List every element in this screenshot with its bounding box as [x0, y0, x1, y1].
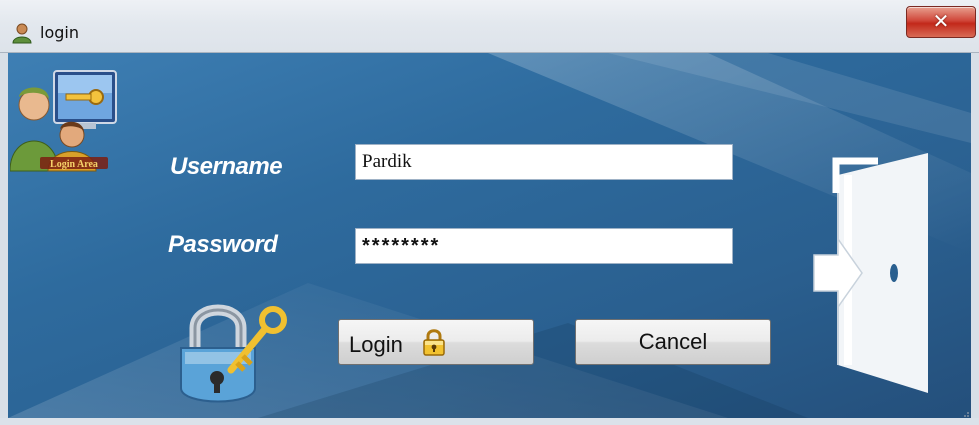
- window-title: login: [40, 23, 79, 42]
- close-icon: ✕: [932, 9, 950, 33]
- login-area-icon: Login Area: [10, 70, 117, 172]
- padlock-key-icon: [180, 304, 287, 403]
- title-bar[interactable]: login ✕: [0, 0, 979, 53]
- login-window: login ✕ Login Area Username Password Par…: [0, 0, 979, 425]
- login-button-label: Login: [349, 332, 403, 357]
- password-input[interactable]: [356, 229, 732, 263]
- cancel-button[interactable]: Cancel: [575, 319, 771, 365]
- login-panel: Login Area Username Password Login: [8, 53, 971, 418]
- username-label: Username: [170, 153, 283, 180]
- user-icon: [12, 23, 32, 44]
- window-border-bottom: [0, 418, 979, 425]
- resize-grip-icon[interactable]: [960, 408, 970, 418]
- username-input[interactable]: [356, 145, 732, 179]
- username-field[interactable]: [355, 144, 733, 180]
- lock-icon: [423, 329, 445, 356]
- exit-door-icon: [813, 153, 928, 393]
- cancel-button-label: Cancel: [638, 329, 708, 354]
- password-label: Password: [168, 231, 278, 258]
- window-border-left: [0, 53, 8, 418]
- close-button[interactable]: ✕: [906, 6, 976, 38]
- login-area-caption: Login Area: [50, 159, 98, 170]
- window-border-right: [971, 53, 979, 418]
- login-button[interactable]: Login: [338, 319, 534, 365]
- password-field[interactable]: [355, 228, 733, 264]
